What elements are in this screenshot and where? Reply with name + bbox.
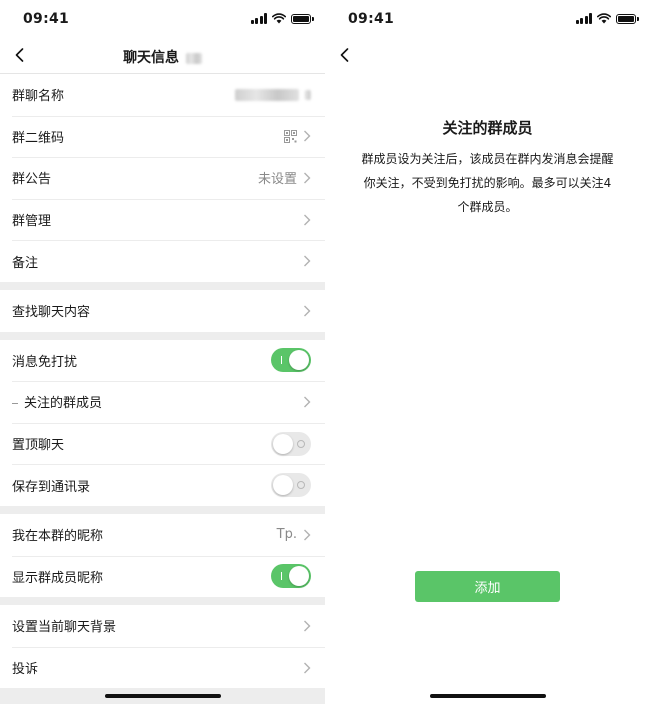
back-button[interactable] [335, 45, 353, 65]
row-my-nickname[interactable]: 我在本群的昵称 Tp. [0, 513, 325, 556]
chevron-right-icon [304, 214, 311, 226]
wifi-icon [597, 13, 611, 24]
show-nicknames-toggle[interactable] [271, 564, 311, 589]
chevron-right-icon [304, 172, 311, 184]
section-gap [0, 331, 325, 340]
status-bar: 09:41 [325, 0, 650, 40]
row-label: 群管理 [12, 214, 52, 230]
row-group-name[interactable]: 群聊名称 [0, 74, 325, 116]
blurred-group-name [235, 88, 299, 101]
row-label: 群聊名称 [12, 89, 65, 105]
row-label: 备注 [12, 255, 39, 271]
indent-dash [12, 403, 18, 405]
row-label: 群公告 [12, 172, 52, 188]
qr-code-icon [284, 129, 297, 143]
status-time: 09:41 [23, 11, 70, 27]
group-section-search: 查找聊天内容 [0, 289, 325, 332]
chevron-right-icon [304, 130, 311, 142]
chevron-right-icon [304, 396, 311, 408]
row-followed-members[interactable]: 关注的群成员 [0, 381, 325, 423]
row-qr-code[interactable]: 群二维码 [0, 115, 325, 158]
row-show-nicknames: 显示群成员昵称 [0, 555, 325, 598]
row-management[interactable]: 群管理 [0, 198, 325, 241]
blurred-count [185, 52, 202, 64]
followed-members-description: 群成员设为关注后，该成员在群内发消息会提醒 你关注，不受到免打扰的影响。最多可以… [349, 147, 626, 219]
description-line: 群成员设为关注后，该成员在群内发消息会提醒 [361, 152, 614, 166]
chat-info-screen: 09:41 聊天信息 群聊名称 群二维码 群公告 未设置 群管理 备注 查找聊天… [0, 0, 325, 704]
pin-chat-toggle[interactable] [271, 431, 311, 456]
section-gap [0, 281, 325, 290]
row-label-text: 关注的群成员 [24, 396, 103, 412]
row-label: 投诉 [12, 662, 39, 678]
description-line: 你关注，不受到免打扰的影响。最多可以关注4 [363, 176, 612, 190]
followed-members-screen: 09:41 关注的群成员 群成员设为关注后，该成员在群内发消息会提醒 你关注，不… [325, 0, 650, 704]
nav-bar: 聊天信息 [0, 40, 325, 73]
row-announcement[interactable]: 群公告 未设置 [0, 157, 325, 199]
blurred-group-name-tail [305, 89, 311, 100]
row-value: 未设置 [257, 172, 297, 188]
add-button[interactable]: 添加 [415, 571, 560, 602]
row-value: Tp. [276, 527, 297, 543]
chevron-right-icon [304, 662, 311, 674]
group-section-toggles: 消息免打扰 关注的群成员 置顶聊天 保存到通讯录 [0, 339, 325, 506]
wifi-icon [272, 13, 286, 24]
chevron-right-icon [304, 255, 311, 267]
chevron-right-icon [304, 529, 311, 541]
section-gap [0, 505, 325, 514]
nav-bar [325, 40, 650, 73]
row-label: 保存到通讯录 [12, 479, 91, 495]
row-remark[interactable]: 备注 [0, 240, 325, 282]
signal-icon [575, 13, 592, 24]
status-time: 09:41 [348, 11, 395, 27]
chevron-right-icon [304, 305, 311, 317]
home-indicator [429, 694, 546, 698]
status-bar: 09:41 [0, 0, 325, 40]
row-label: 我在本群的昵称 [12, 529, 104, 545]
row-background[interactable]: 设置当前聊天背景 [0, 605, 325, 647]
battery-icon [616, 13, 639, 24]
row-label: 显示群成员昵称 [12, 570, 104, 586]
battery-icon [291, 13, 314, 24]
row-report[interactable]: 投诉 [0, 646, 325, 689]
status-icons [250, 13, 314, 24]
description-line: 个群成员。 [457, 200, 518, 214]
group-section-nickname: 我在本群的昵称 Tp. 显示群成员昵称 [0, 513, 325, 598]
row-mute: 消息免打扰 [0, 339, 325, 382]
row-label: 消息免打扰 [12, 354, 78, 370]
page-title: 聊天信息 [0, 47, 325, 67]
followed-members-title: 关注的群成员 [442, 119, 533, 137]
mute-toggle[interactable] [271, 348, 311, 373]
group-section-basic: 群聊名称 群二维码 群公告 未设置 群管理 备注 [0, 74, 325, 282]
row-label: 关注的群成员 [12, 392, 303, 411]
row-label: 置顶聊天 [12, 438, 65, 454]
row-search-history[interactable]: 查找聊天内容 [0, 289, 325, 332]
page-title-text: 聊天信息 [123, 50, 180, 66]
save-contacts-toggle[interactable] [271, 473, 311, 498]
chevron-right-icon [304, 620, 311, 632]
home-indicator [104, 694, 221, 698]
row-save-contacts: 保存到通讯录 [0, 464, 325, 506]
row-label: 查找聊天内容 [12, 305, 91, 321]
row-label: 设置当前聊天背景 [12, 620, 117, 636]
group-section-other: 设置当前聊天背景 投诉 [0, 605, 325, 689]
row-pin-chat: 置顶聊天 [0, 422, 325, 465]
section-gap [0, 597, 325, 606]
status-icons [575, 13, 639, 24]
chevron-left-icon [340, 48, 348, 62]
signal-icon [250, 13, 267, 24]
row-label: 群二维码 [12, 130, 65, 146]
